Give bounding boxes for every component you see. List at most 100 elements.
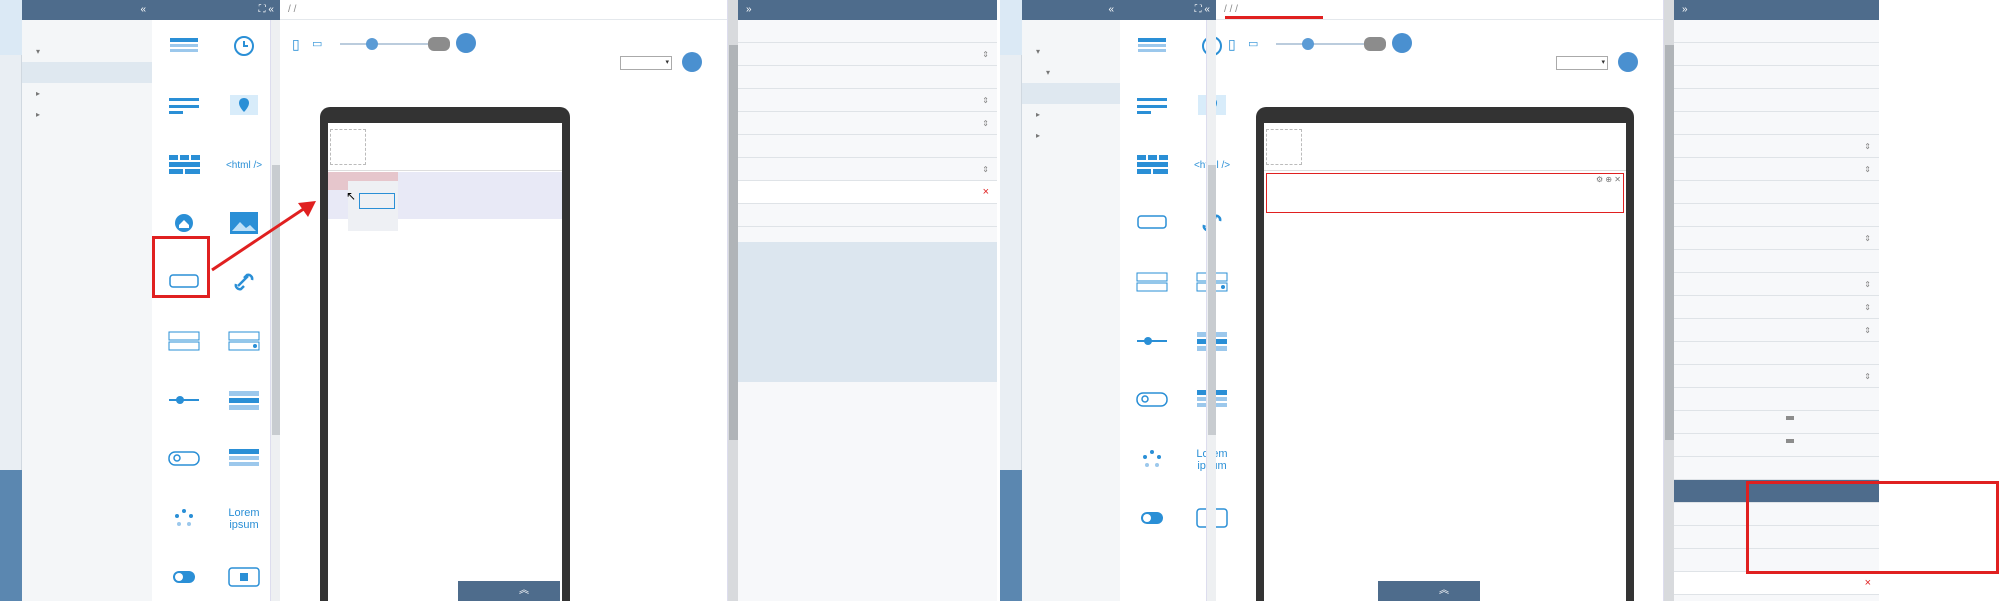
property-row-component-name[interactable] [1674,20,1879,43]
scrollbar-thumb[interactable] [729,45,738,440]
tab-palette[interactable] [1000,470,1022,545]
canvas-scrollbar[interactable] [727,0,738,601]
tree-item-page[interactable] [22,20,152,41]
property-row-input-mode[interactable]: ⇕ [1674,158,1879,181]
tree-caret-icon[interactable]: ▾ [1046,68,1050,77]
property-row-enter-key-hint[interactable]: ⇕ [1674,135,1879,158]
scrollbar-thumb[interactable] [1665,45,1674,440]
tab-code[interactable] [0,130,22,190]
mode-md-button[interactable] [682,52,702,72]
scrollbar-thumb[interactable] [1208,165,1216,435]
collapse-outline-icon[interactable]: « [1108,0,1114,20]
dropdown-arrow-icon[interactable]: ⇕ [1864,296,1871,319]
property-row-required[interactable] [1674,204,1879,227]
tree-item-header1[interactable]: ▸ [1022,125,1120,146]
palette-scrollbar[interactable] [1206,20,1216,601]
palette-item-range[interactable] [156,382,212,440]
dropdown-arrow-icon[interactable]: ⇕ [982,89,989,112]
tab-scss[interactable] [0,265,22,320]
property-row-debounce[interactable] [1674,112,1879,135]
tab-outline[interactable] [1000,540,1022,601]
dropdown-arrow-icon[interactable]: ⇕ [1864,365,1871,388]
tab-data[interactable] [0,60,22,120]
tab-design[interactable] [1000,0,1022,55]
palette-item-form[interactable] [156,87,212,145]
tab-palette[interactable] [0,470,22,545]
chevron-up-icon[interactable]: ︽ [519,585,529,596]
chevron-up-icon[interactable]: ︽ [1439,585,1449,596]
property-row-readonly[interactable] [1674,181,1879,204]
tree-item-form1[interactable]: ▾ [1022,62,1120,83]
events-bar[interactable]: ︽ [1378,581,1480,601]
palette-item-form[interactable] [1124,87,1180,145]
tab-design[interactable] [0,0,22,55]
palette-controls-icon[interactable]: ⛶ « [1195,0,1210,20]
expand-panel-icon[interactable]: » [1682,4,1688,15]
remove-icon[interactable]: × [983,181,989,204]
palette-item-google-map[interactable] [216,87,272,145]
palette-item-search[interactable] [1124,382,1180,440]
tree-caret-icon[interactable]: ▸ [1036,131,1040,140]
theme-select[interactable]: ▾ [1556,56,1608,70]
dropdown-arrow-icon[interactable]: ⇕ [1864,319,1871,342]
tree-item-content1[interactable]: ▾ [22,41,152,62]
palette-scrollbar[interactable] [270,20,280,601]
property-row-native-validation[interactable]: ⇕ [738,112,997,135]
tree-item-form1[interactable] [22,62,152,83]
tree-item-footer1[interactable]: ▸ [22,83,152,104]
palette-item-datatable[interactable] [156,28,212,86]
component-controls-icon[interactable]: ⚙ ⊕ ✕ [1596,175,1621,184]
phone-icon[interactable]: ▯ [1228,36,1236,53]
tree-caret-icon[interactable]: ▾ [36,47,40,56]
tab-data[interactable] [1000,70,1022,125]
palette-item-grid[interactable] [1124,146,1180,204]
property-row-reorder[interactable] [1674,457,1879,480]
property-chip[interactable] [1786,439,1794,443]
zoom-slider-handle[interactable] [1302,38,1314,50]
input-component[interactable]: ⚙ ⊕ ✕ [1266,173,1624,213]
zoom-slider-handle[interactable] [366,38,378,50]
canvas-scrollbar[interactable] [1663,0,1674,601]
tree-caret-icon[interactable]: ▾ [1036,47,1040,56]
property-row-item-wrapped[interactable]: ⇕ [1674,365,1879,388]
theme-select[interactable]: ▾ [620,56,672,70]
property-row-update-on[interactable]: ⇕ [738,158,997,181]
palette-item-text[interactable]: Loremipsum [216,500,272,558]
toolbar-component[interactable] [1264,123,1626,171]
palette-item-toggle[interactable] [156,559,212,601]
palette-item-spinner[interactable] [1124,441,1180,499]
events-bar[interactable]: ︽ [458,581,560,601]
property-row-form-id[interactable] [738,135,997,158]
tree-item-header1[interactable]: ▸ [22,104,152,125]
tablet-icon[interactable]: ▭ [312,37,322,50]
tab-module[interactable] [1000,195,1022,260]
property-row-name[interactable] [1674,66,1879,89]
palette-item-range[interactable] [1124,323,1180,381]
palette-item-reordergrou[interactable] [216,382,272,440]
palette-item-toggle[interactable] [1124,500,1180,558]
property-row-class[interactable] [1674,250,1879,273]
tree-item-content1[interactable]: ▾ [1022,41,1120,62]
tab-scss[interactable] [1000,265,1022,320]
property-row-type[interactable]: ⇕ [1674,227,1879,250]
property-row-component-name[interactable] [738,20,997,43]
property-row-disabled[interactable] [1674,89,1879,112]
palette-item-spinner[interactable] [156,500,212,558]
palette-item-datetime[interactable] [216,28,272,86]
dropdown-arrow-icon[interactable]: ⇕ [982,158,989,181]
dropdown-arrow-icon[interactable]: ⇕ [982,43,989,66]
property-chip[interactable] [1786,416,1794,420]
breakpoint-xs[interactable] [1392,33,1412,53]
remove-icon[interactable]: × [1865,572,1871,595]
property-row-ngsubmit[interactable]: × [738,181,997,204]
dropdown-arrow-icon[interactable]: ⇕ [1864,135,1871,158]
collapse-outline-icon[interactable]: « [140,0,146,20]
property-row-features[interactable] [1674,342,1879,365]
property-row-label[interactable] [1674,434,1879,457]
zoom-slider-track[interactable] [340,43,430,45]
tab-code[interactable] [1000,135,1022,195]
palette-item-input[interactable] [1124,205,1180,263]
tree-caret-icon[interactable]: ▸ [36,110,40,119]
palette-item-search[interactable] [156,441,212,499]
dropdown-arrow-icon[interactable]: ⇕ [1864,158,1871,181]
